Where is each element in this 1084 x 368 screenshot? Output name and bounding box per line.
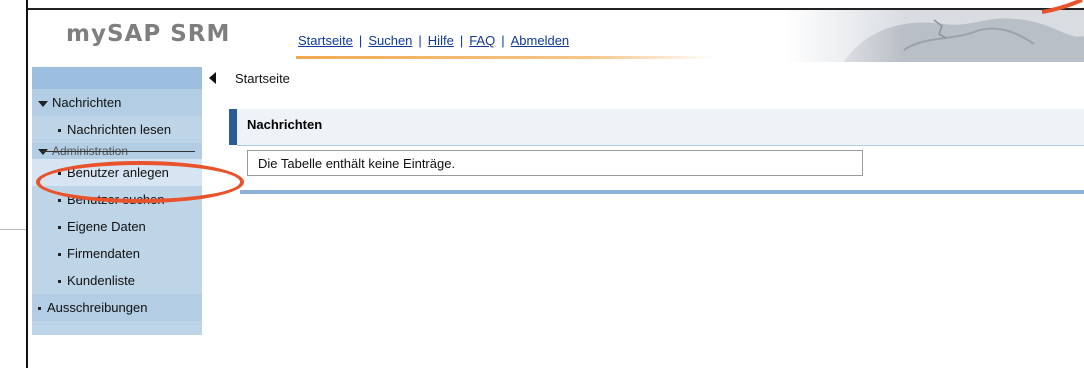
- nav-link-hilfe[interactable]: Hilfe: [428, 33, 454, 48]
- bullet-icon: [58, 226, 61, 230]
- nav-link-abmelden[interactable]: Abmelden: [511, 33, 570, 48]
- sidebar-group-administration[interactable]: Administration: [32, 143, 202, 159]
- nav-link-suchen[interactable]: Suchen: [368, 33, 412, 48]
- breadcrumb: Startseite: [235, 71, 290, 86]
- messages-panel-body: Die Tabelle enthält keine Einträge.: [240, 146, 1084, 190]
- sidebar-item-firmendaten[interactable]: Firmendaten: [32, 240, 202, 267]
- panel-bottom-border: [240, 190, 1084, 194]
- annotation-highlight-ellipse: [36, 161, 244, 203]
- panel-accent-tab: [229, 109, 237, 145]
- sidebar-item-label: Nachrichten: [52, 95, 122, 110]
- nav-link-startseite[interactable]: Startseite: [298, 33, 353, 48]
- bullet-icon: [58, 199, 61, 203]
- top-navigation: Startseite | Suchen | Hilfe | FAQ | Abmelden: [298, 33, 569, 48]
- messages-panel-header: Nachrichten: [237, 109, 1084, 146]
- sidebar-item-label: Ausschreibungen: [47, 300, 148, 315]
- nav-separator: |: [418, 33, 422, 48]
- divider: [0, 229, 26, 230]
- world-map-decoration: [784, 10, 1084, 62]
- sidebar-item-eigene-daten[interactable]: Eigene Daten: [32, 213, 202, 240]
- bullet-icon: [58, 280, 61, 284]
- expanded-triangle-icon: [38, 100, 48, 107]
- header-accent-line: [296, 56, 716, 59]
- sidebar-item-label: Kundenliste: [67, 273, 135, 288]
- sidebar-group-nachrichten[interactable]: Nachrichten: [32, 89, 202, 116]
- sidebar-item-label: Firmendaten: [67, 246, 140, 261]
- bullet-icon: [58, 253, 61, 257]
- annotation-strike-line: [40, 151, 195, 152]
- annotation-mark: [1041, 0, 1083, 14]
- sidebar-item-label: Nachrichten lesen: [67, 122, 172, 137]
- collapse-sidebar-icon[interactable]: [209, 72, 216, 84]
- app-logo: mySAP SRM: [66, 21, 231, 47]
- empty-table: Die Tabelle enthält keine Einträge.: [247, 150, 863, 176]
- empty-table-message: Die Tabelle enthält keine Einträge.: [258, 156, 456, 171]
- sidebar-group-ausschreibungen[interactable]: Ausschreibungen: [32, 294, 202, 321]
- app-header: mySAP SRM Startseite | Suchen | Hilfe | FAQ | Ab…: [28, 10, 1084, 62]
- bullet-icon: [58, 129, 61, 133]
- nav-link-faq[interactable]: FAQ: [469, 33, 495, 48]
- sidebar-item-nachrichten-lesen[interactable]: Nachrichten lesen: [32, 116, 202, 143]
- nav-separator: |: [501, 33, 505, 48]
- nav-separator: |: [459, 33, 464, 48]
- sidebar-header-bar: [32, 67, 202, 89]
- panel-title: Nachrichten: [247, 117, 323, 132]
- sidebar-item-kundenliste[interactable]: Kundenliste: [32, 267, 202, 294]
- nav-separator: |: [358, 33, 363, 48]
- bullet-icon: [38, 307, 41, 311]
- sidebar-item-label: Eigene Daten: [67, 219, 146, 234]
